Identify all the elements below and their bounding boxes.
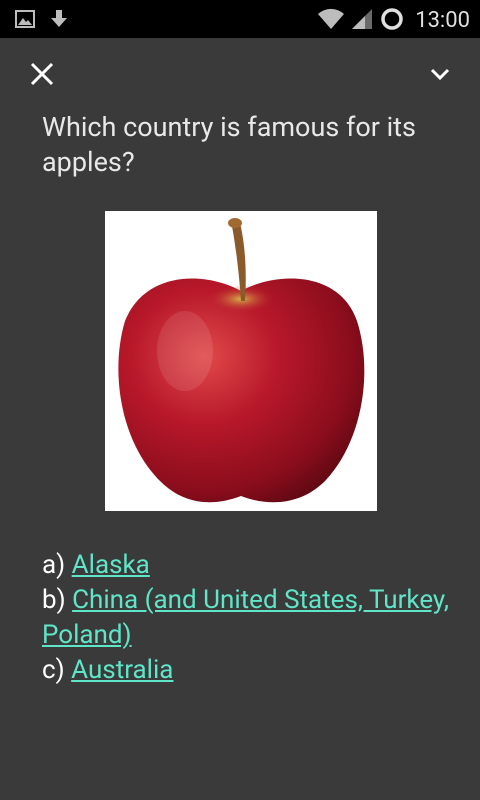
- answer-prefix: a): [42, 550, 66, 580]
- answer-link-alaska[interactable]: Alaska: [72, 550, 150, 580]
- collapse-button[interactable]: [428, 62, 452, 86]
- answer-link-china[interactable]: China (and United States, Turkey, Poland…: [42, 585, 449, 650]
- answer-item-b: b) China (and United States, Turkey, Pol…: [42, 583, 452, 653]
- chevron-down-icon: [430, 68, 450, 81]
- answer-item-c: c) Australia: [42, 653, 452, 688]
- status-clock: 13:00: [415, 8, 470, 33]
- wifi-icon: [317, 7, 345, 35]
- answer-item-a: a) Alaska: [42, 548, 452, 583]
- signal-icon: [351, 7, 373, 35]
- answer-link-australia[interactable]: Australia: [71, 655, 173, 685]
- answer-prefix: b): [42, 585, 66, 615]
- answer-list: a) Alaska b) China (and United States, T…: [42, 548, 452, 688]
- status-bar: 13:00: [0, 0, 480, 38]
- download-icon: [48, 8, 70, 34]
- close-icon: [30, 62, 54, 86]
- sync-icon: [379, 6, 405, 36]
- image-notification-icon: [14, 8, 36, 34]
- close-button[interactable]: [28, 60, 56, 88]
- question-text: Which country is famous for its apples?: [42, 111, 416, 178]
- answer-prefix: c): [42, 655, 65, 685]
- apple-image: [105, 211, 377, 511]
